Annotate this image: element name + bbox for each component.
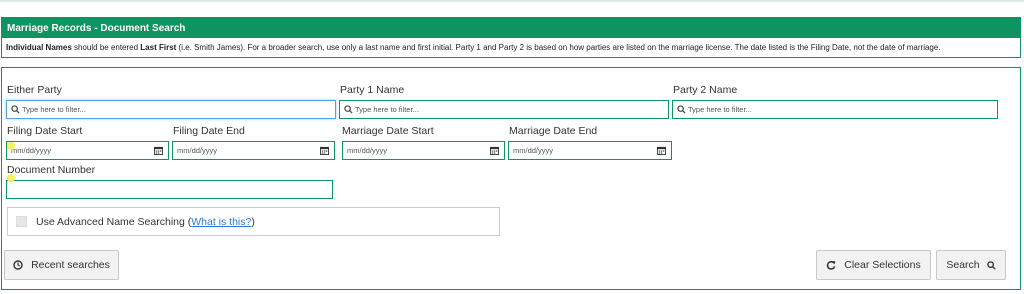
marriage-end-label: Marriage Date End <box>509 125 598 137</box>
either-party-input[interactable]: Type here to filter... <box>6 100 336 119</box>
filing-start-placeholder: mm/dd/yyyy <box>11 146 52 155</box>
calendar-icon[interactable] <box>317 146 331 155</box>
cursor-highlight <box>7 174 15 182</box>
top-divider <box>0 0 1024 2</box>
advanced-search-checkbox[interactable] <box>16 216 27 227</box>
advanced-search-label-close: ) <box>251 215 255 228</box>
note-bold-names: Individual Names <box>6 43 72 52</box>
search-button-label: Search <box>946 259 980 271</box>
marriage-start-placeholder: mm/dd/yyyy <box>347 146 388 155</box>
filing-start-date-input[interactable]: mm/dd/yyyy <box>6 141 169 160</box>
document-number-input[interactable] <box>6 180 333 199</box>
filing-start-label: Filing Date Start <box>7 125 83 137</box>
search-icon <box>986 260 996 270</box>
calendar-icon[interactable] <box>487 146 501 155</box>
party1-placeholder: Type here to filter... <box>355 105 419 114</box>
note-bold-order: Last First <box>140 43 177 52</box>
recent-searches-label: Recent searches <box>31 259 110 271</box>
marriage-start-label: Marriage Date Start <box>342 125 434 137</box>
note-text-2: (i.e. Smith James). For a broader search… <box>176 43 941 52</box>
advanced-search-option: Use Advanced Name Searching (What is thi… <box>7 207 500 236</box>
note-text-1: should be entered <box>71 43 141 52</box>
either-party-placeholder: Type here to filter... <box>22 105 86 114</box>
marriage-end-placeholder: mm/dd/yyyy <box>513 146 554 155</box>
calendar-icon[interactable] <box>654 146 668 155</box>
advanced-search-label: Use Advanced Name Searching ( <box>36 215 192 228</box>
marriage-start-date-input[interactable]: mm/dd/yyyy <box>342 141 505 160</box>
search-icon <box>342 105 355 114</box>
refresh-icon <box>826 260 836 270</box>
party2-placeholder: Type here to filter... <box>688 105 752 114</box>
search-icon <box>9 105 22 114</box>
document-number-label: Document Number <box>7 164 96 176</box>
clear-selections-label: Clear Selections <box>844 259 921 271</box>
clock-icon <box>13 260 23 270</box>
either-party-label: Either Party <box>7 84 62 96</box>
party2-input[interactable]: Type here to filter... <box>672 100 998 119</box>
banner-note: Individual Names should be entered Last … <box>2 38 1020 52</box>
search-icon <box>675 105 688 114</box>
recent-searches-button[interactable]: Recent searches <box>4 250 119 280</box>
cursor-highlight <box>7 142 15 150</box>
what-is-this-link[interactable]: What is this? <box>191 216 251 228</box>
calendar-icon[interactable] <box>151 146 165 155</box>
party2-label: Party 2 Name <box>673 84 738 96</box>
filing-end-date-input[interactable]: mm/dd/yyyy <box>172 141 335 160</box>
marriage-end-date-input[interactable]: mm/dd/yyyy <box>508 141 672 160</box>
filing-end-label: Filing Date End <box>173 125 245 137</box>
search-button[interactable]: Search <box>936 250 1006 280</box>
party1-input[interactable]: Type here to filter... <box>339 100 669 119</box>
info-banner: Marriage Records - Document Search Indiv… <box>1 17 1021 58</box>
clear-selections-button[interactable]: Clear Selections <box>816 250 931 280</box>
filing-end-placeholder: mm/dd/yyyy <box>177 146 218 155</box>
party1-label: Party 1 Name <box>340 84 405 96</box>
banner-title: Marriage Records - Document Search <box>2 18 1020 38</box>
